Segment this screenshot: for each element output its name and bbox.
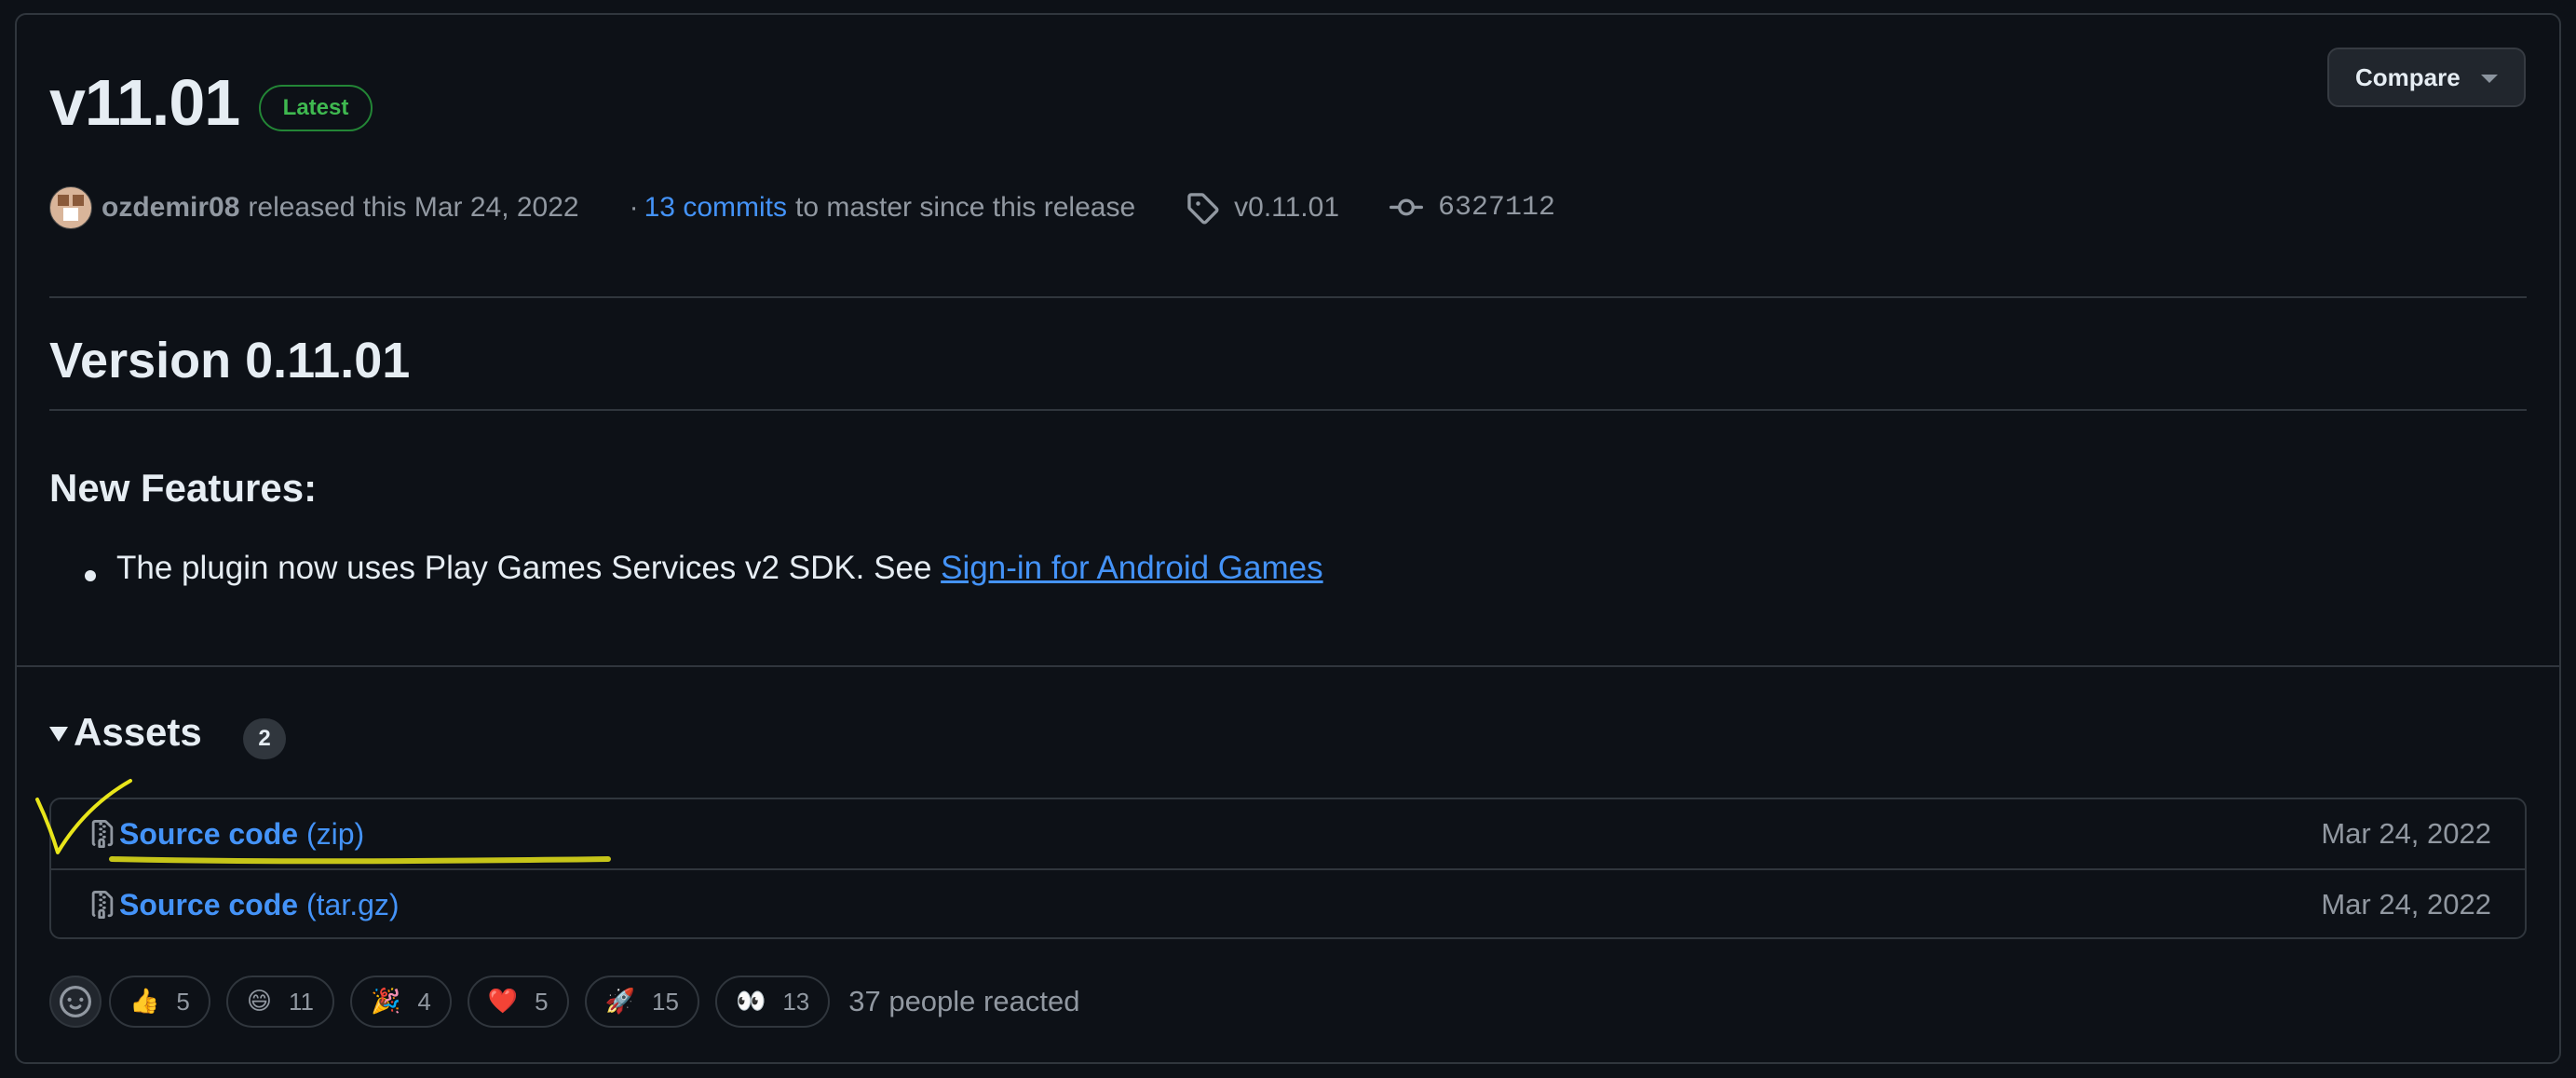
asset-ext: (zip)	[305, 816, 365, 851]
release-title: v11.01	[49, 66, 240, 139]
triangle-down-icon	[49, 727, 68, 742]
commits-link[interactable]: 13 commits	[644, 192, 787, 224]
section-divider	[15, 665, 2561, 667]
asset-name: Source code	[119, 887, 299, 921]
avatar[interactable]	[49, 186, 92, 229]
version-heading: Version 0.11.01	[49, 333, 411, 389]
asset-link-targz[interactable]: Source code (tar.gz)	[119, 888, 400, 922]
features-heading: New Features:	[49, 466, 318, 510]
file-zip-icon	[88, 889, 116, 925]
release-meta: ozdemir08 released this Mar 24, 2022 · 1…	[49, 184, 1555, 231]
asset-date: Mar 24, 2022	[2321, 817, 2491, 850]
sign-in-link[interactable]: Sign-in for Android Games	[941, 550, 1322, 586]
asset-row: Source code (tar.gz) Mar 24, 2022	[51, 870, 2525, 939]
reaction-rocket[interactable]: 🚀 15	[584, 976, 699, 1028]
smiley-icon	[60, 986, 91, 1017]
asset-link-zip[interactable]: Source code (zip)	[119, 817, 364, 852]
reaction-eyes[interactable]: 👀 13	[714, 976, 831, 1028]
tag-link[interactable]: v0.11.01	[1234, 192, 1339, 224]
commit-hash-link[interactable]: 6327112	[1438, 192, 1555, 224]
reaction-count: 4	[417, 987, 431, 1016]
author-link[interactable]: ozdemir08	[102, 192, 239, 224]
reaction-laugh[interactable]: 😄 11	[225, 976, 334, 1028]
compare-button[interactable]: Compare	[2327, 48, 2526, 107]
thumbs-up-icon: 👍	[129, 988, 160, 1016]
chevron-down-icon	[2481, 75, 2498, 83]
git-commit-icon	[1390, 191, 1424, 225]
reactions-bar: 👍 5 😄 11 🎉 4 ❤️ 5 🚀 15 👀 13 37 people re…	[49, 974, 1079, 1030]
asset-row: Source code (zip) Mar 24, 2022	[51, 799, 2525, 870]
file-zip-icon	[88, 818, 116, 854]
reaction-count: 5	[176, 987, 190, 1016]
assets-count-badge: 2	[243, 718, 286, 759]
reaction-count: 5	[535, 987, 549, 1016]
assets-toggle[interactable]: Assets	[49, 710, 202, 755]
heart-icon: ❤️	[487, 988, 519, 1016]
laugh-icon: 😄	[246, 988, 272, 1016]
rocket-icon: 🚀	[604, 988, 636, 1016]
assets-list: Source code (zip) Mar 24, 2022 Source co…	[49, 798, 2527, 939]
add-reaction-button[interactable]	[49, 976, 102, 1028]
commits-separator: ·	[629, 192, 639, 223]
tag-icon	[1186, 191, 1219, 225]
asset-name: Source code	[119, 816, 299, 851]
hooray-icon: 🎉	[370, 988, 401, 1016]
latest-badge: Latest	[259, 85, 373, 131]
eyes-icon: 👀	[735, 988, 766, 1016]
reaction-hooray[interactable]: 🎉 4	[349, 976, 452, 1028]
feature-list-item: The plugin now uses Play Games Services …	[116, 550, 1323, 587]
divider	[49, 296, 2527, 298]
heading-divider	[49, 409, 2527, 411]
reaction-heart[interactable]: ❤️ 5	[467, 976, 569, 1028]
commits-suffix: to master since this release	[794, 192, 1136, 223]
bullet-dot	[85, 570, 96, 581]
feature-text: The plugin now uses Play Games Services …	[116, 550, 942, 586]
reaction-count: 15	[652, 987, 679, 1016]
reaction-count: 11	[288, 987, 314, 1016]
asset-date: Mar 24, 2022	[2321, 888, 2491, 921]
asset-ext: (tar.gz)	[305, 887, 400, 921]
compare-button-label: Compare	[2355, 62, 2461, 91]
assets-label: Assets	[74, 710, 202, 754]
released-text: released this Mar 24, 2022	[248, 192, 579, 223]
reaction-thumbs-up[interactable]: 👍 5	[109, 976, 210, 1028]
reactions-summary[interactable]: 37 people reacted	[848, 985, 1079, 1018]
reaction-count: 13	[782, 987, 810, 1016]
